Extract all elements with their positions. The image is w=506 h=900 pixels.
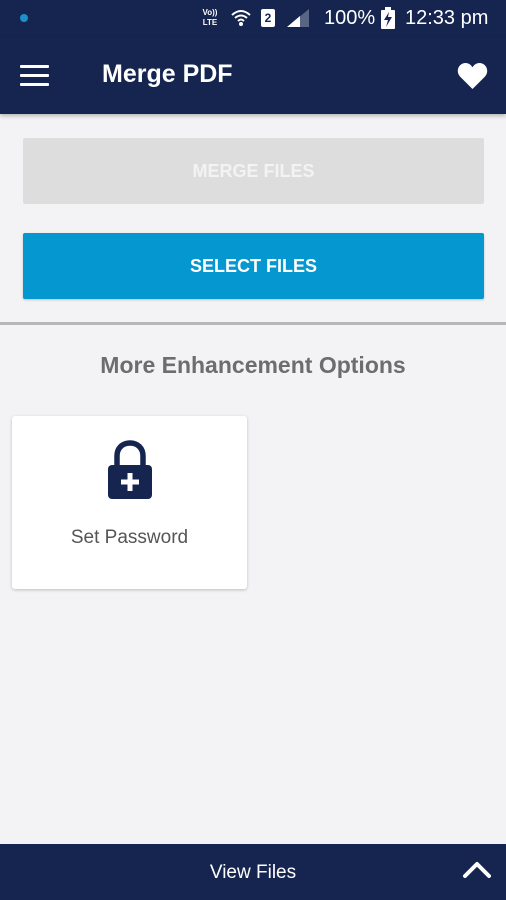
volte-icon: Vo)) LTE (202, 8, 218, 27)
heart-icon[interactable] (457, 62, 488, 90)
view-files-bar[interactable]: View Files (0, 844, 506, 900)
page-title: Merge PDF (102, 60, 233, 88)
app-bar: Merge PDF (0, 37, 506, 114)
divider (0, 322, 506, 325)
view-files-label: View Files (209, 862, 297, 883)
select-files-button[interactable]: SELECT FILES (23, 233, 484, 299)
lock-plus-icon (108, 440, 152, 499)
status-bar: Vo)) LTE 2 100% 12:33 pm (0, 0, 506, 37)
battery-charging-icon (381, 7, 395, 29)
hamburger-menu-icon[interactable] (20, 65, 49, 87)
merge-files-button[interactable]: MERGE FILES (23, 138, 484, 204)
signal-icon (287, 9, 309, 27)
sim-icon: 2 (261, 9, 275, 27)
chevron-up-icon[interactable] (462, 859, 492, 879)
set-password-card[interactable]: Set Password (12, 416, 247, 589)
notification-dot-icon (20, 14, 28, 22)
enhancement-options-title: More Enhancement Options (100, 352, 406, 378)
clock: 12:33 pm (405, 7, 489, 29)
set-password-label: Set Password (70, 527, 189, 548)
battery-percent: 100% (324, 7, 376, 29)
wifi-icon (231, 10, 251, 26)
